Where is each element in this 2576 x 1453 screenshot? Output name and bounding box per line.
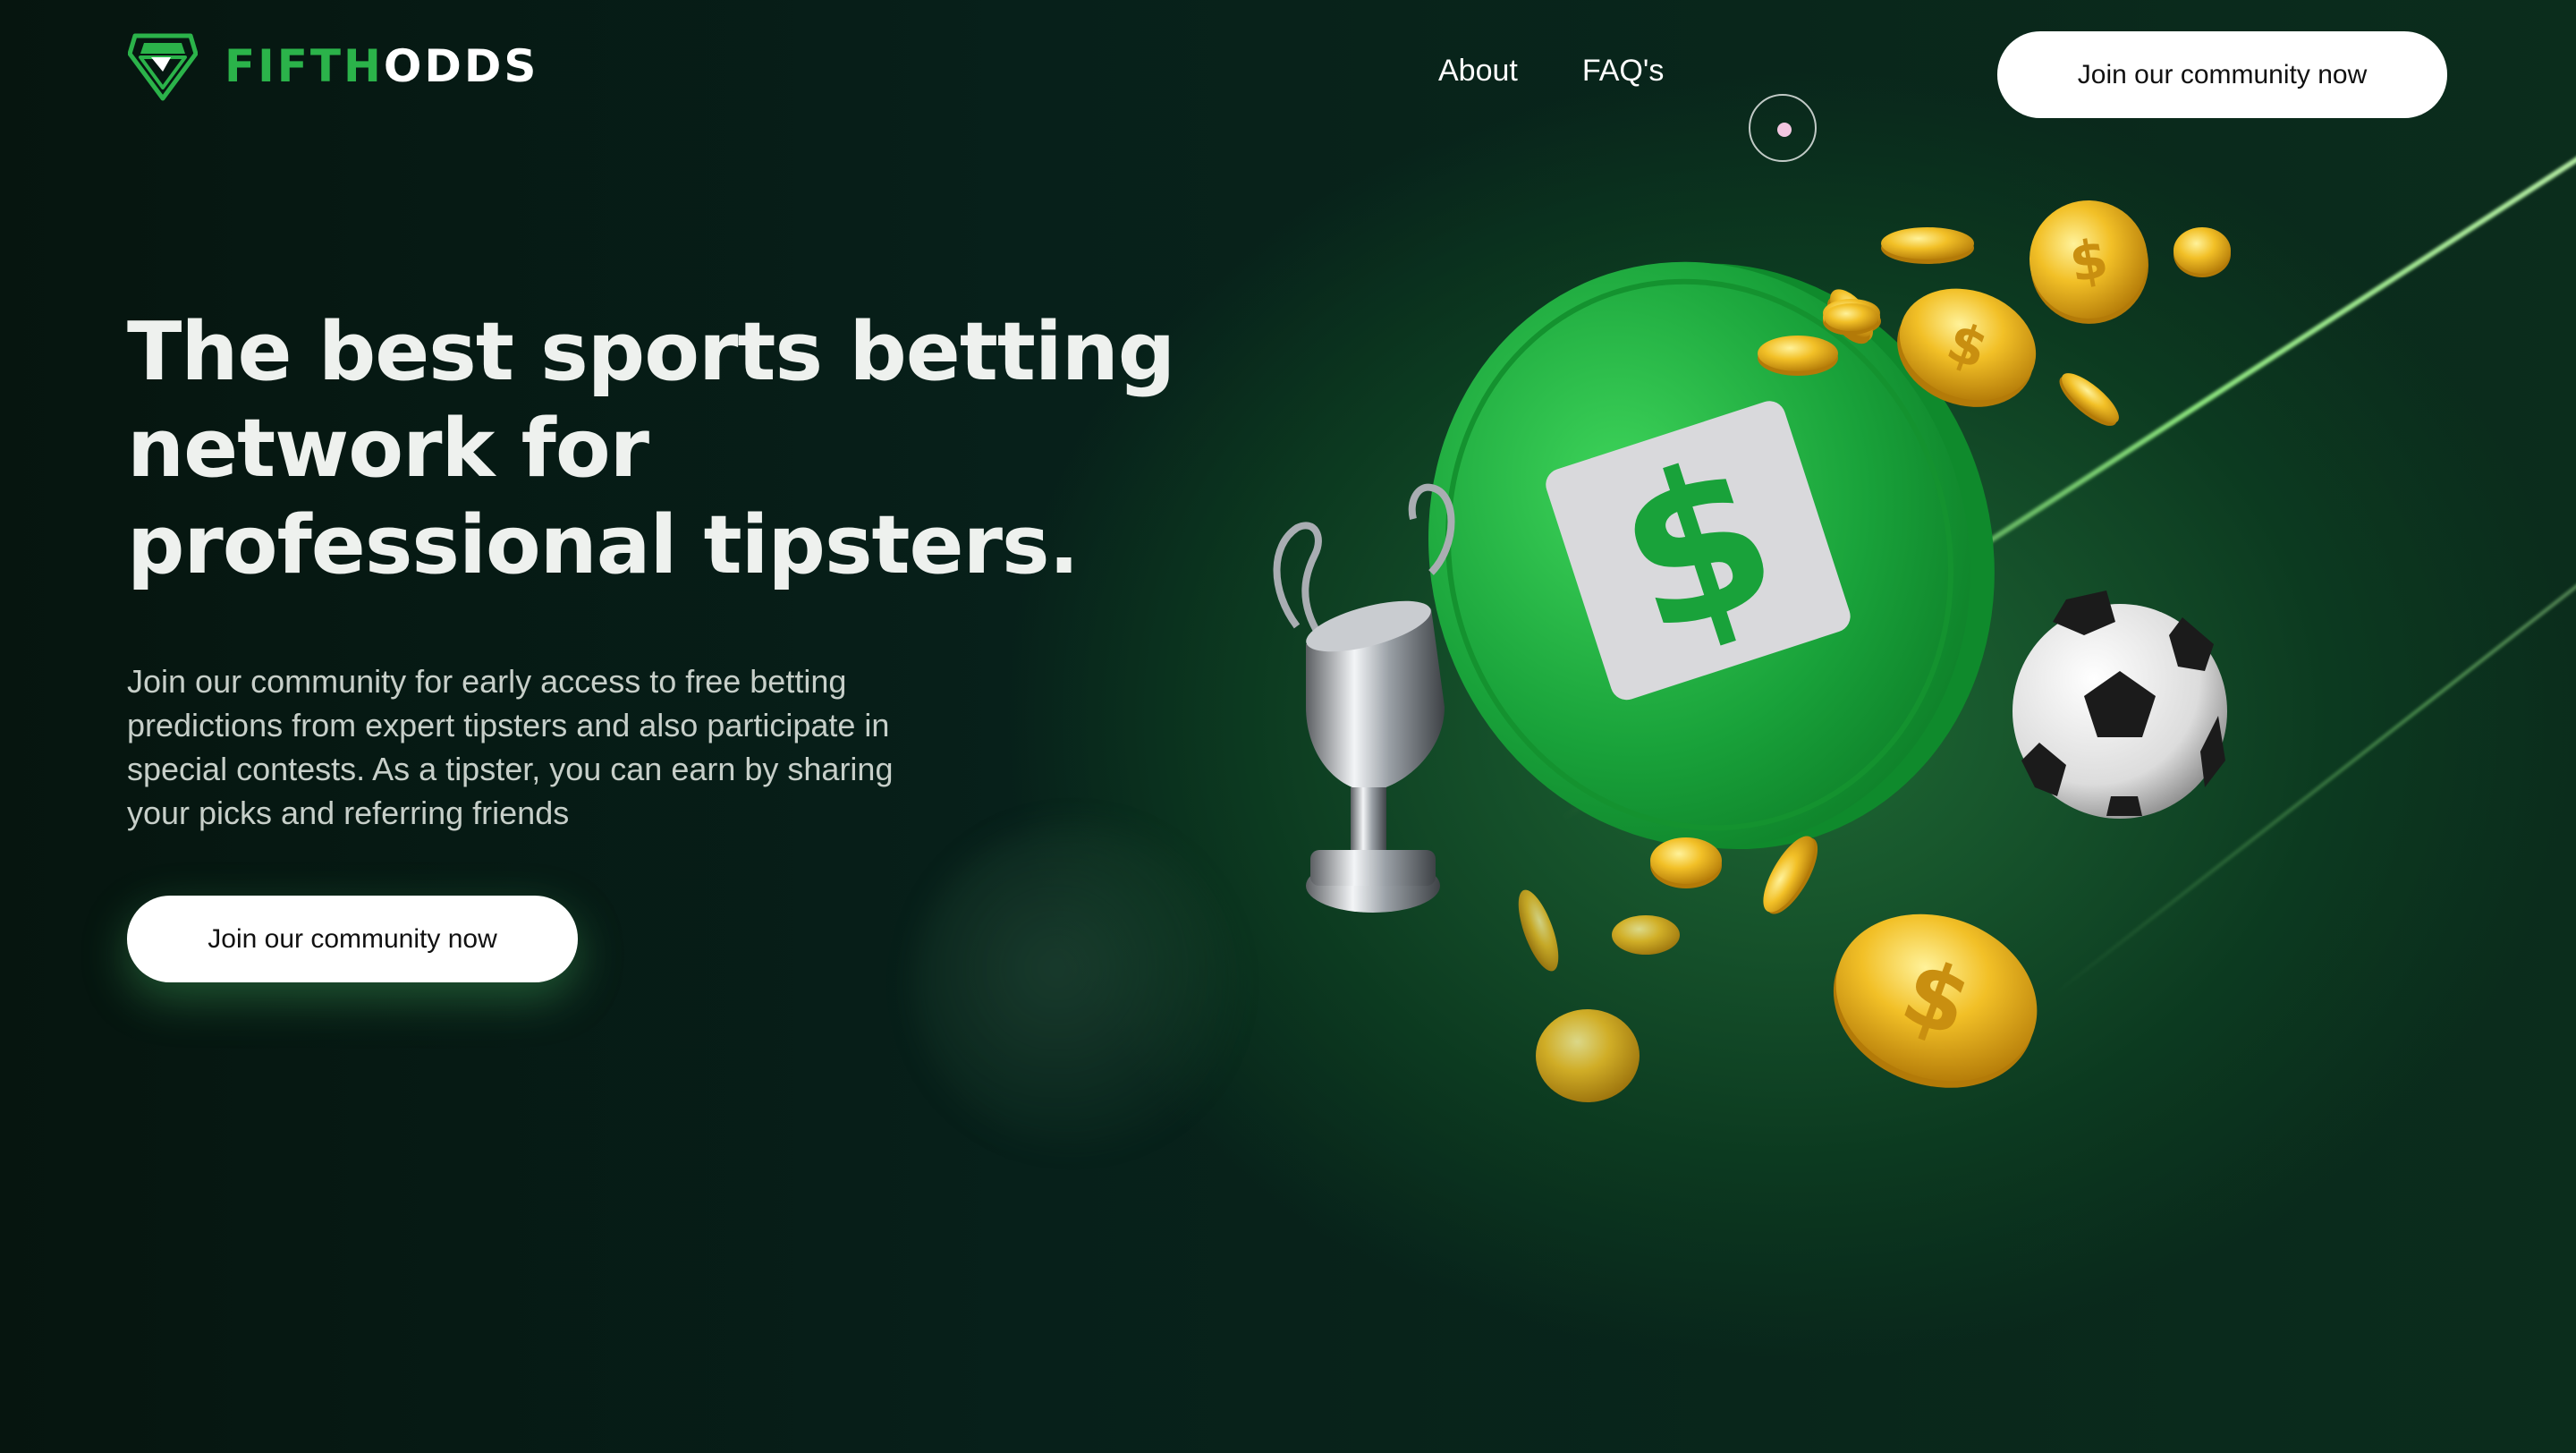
background-ball-blur [912,823,1234,1145]
hero-title: The best sports betting network for prof… [127,305,1175,592]
hero-description: Join our community for early access to f… [127,663,894,831]
brand-name-accent: FIFTH [225,40,384,92]
join-community-header-button[interactable]: Join our community now [1997,31,2447,118]
brand-name-rest: ODDS [383,40,539,92]
join-community-hero-button[interactable]: Join our community now [127,896,578,982]
nav-link-faq[interactable]: FAQ's [1582,54,1665,89]
cursor-dot [1777,123,1792,137]
cursor-ring [1749,94,1817,162]
trophy-icon [1273,483,1455,913]
landing-page: FIFTHODDS About FAQ's Join our community… [0,0,2576,1453]
brand-name: FIFTHODDS [225,40,538,92]
diamond-shield-icon [128,33,198,101]
main-nav: About FAQ's [1438,54,1664,89]
hero-illustration: $ $ $ $ [1234,170,2263,1154]
nav-link-about[interactable]: About [1438,54,1518,89]
brand-logo[interactable]: FIFTHODDS [128,30,538,102]
site-header: FIFTHODDS About FAQ's Join our community… [0,0,2576,162]
soccer-ball-icon [2012,591,2227,819]
